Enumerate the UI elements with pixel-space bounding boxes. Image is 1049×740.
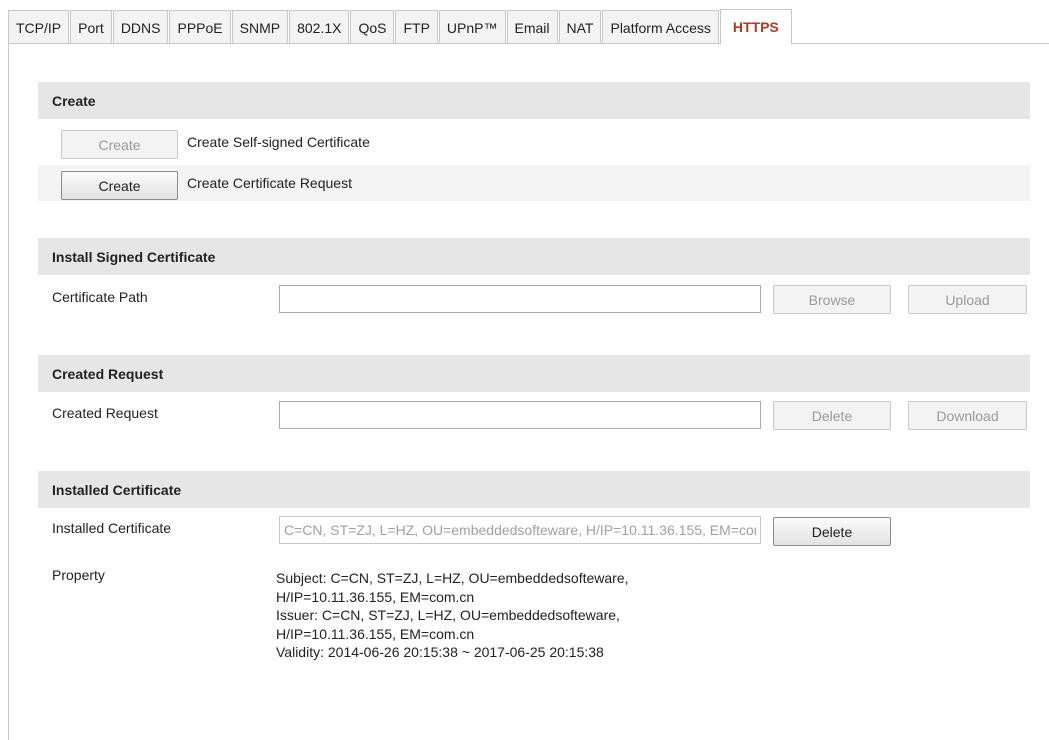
delete-certificate-button[interactable]: Delete: [773, 517, 891, 546]
certificate-path-input[interactable]: [279, 285, 761, 313]
property-label: Property: [52, 567, 105, 583]
tab-platform-access[interactable]: Platform Access: [602, 10, 719, 44]
property-subject-line-1: Subject: C=CN, ST=ZJ, L=HZ, OU=embeddeds…: [276, 570, 629, 586]
request-label: Create Certificate Request: [187, 175, 352, 191]
delete-request-button[interactable]: Delete: [773, 401, 891, 430]
section-install-header: Install Signed Certificate: [38, 238, 1030, 275]
tab-bar: TCP/IP Port DDNS PPPoE SNMP 802.1X QoS F…: [8, 9, 793, 44]
property-issuer-line-1: Issuer: C=CN, ST=ZJ, L=HZ, OU=embeddedso…: [276, 607, 620, 623]
certificate-path-label: Certificate Path: [52, 289, 148, 305]
upload-button[interactable]: Upload: [908, 285, 1027, 314]
tab-tcp-ip[interactable]: TCP/IP: [8, 10, 70, 44]
create-request-button[interactable]: Create: [61, 171, 178, 200]
property-validity-line: Validity: 2014-06-26 20:15:38 ~ 2017-06-…: [276, 644, 604, 660]
tab-8021x[interactable]: 802.1X: [289, 10, 350, 44]
property-issuer-line-2: H/IP=10.11.36.155, EM=com.cn: [276, 625, 475, 642]
tab-pppoe[interactable]: PPPoE: [169, 10, 231, 44]
tab-upnp[interactable]: UPnP™: [438, 10, 506, 44]
property-subject-line-2: H/IP=10.11.36.155, EM=com.cn: [276, 588, 475, 605]
self-signed-label: Create Self-signed Certificate: [187, 134, 370, 150]
tab-ftp[interactable]: FTP: [395, 10, 438, 44]
create-self-signed-button[interactable]: Create: [61, 130, 178, 159]
installed-certificate-input[interactable]: [279, 516, 761, 544]
tab-https[interactable]: HTTPS: [719, 9, 792, 44]
download-button[interactable]: Download: [908, 401, 1027, 430]
tab-port[interactable]: Port: [70, 10, 112, 44]
tab-snmp[interactable]: SNMP: [231, 10, 289, 44]
property-details: Subject: C=CN, ST=ZJ, L=HZ, OU=embeddeds…: [276, 569, 746, 662]
section-installed-header: Installed Certificate: [38, 471, 1030, 508]
installed-certificate-label: Installed Certificate: [52, 520, 172, 536]
tab-qos[interactable]: QoS: [350, 10, 395, 44]
browse-button[interactable]: Browse: [773, 285, 891, 314]
tab-email[interactable]: Email: [506, 10, 558, 44]
tab-ddns[interactable]: DDNS: [112, 10, 169, 44]
created-request-input[interactable]: [279, 401, 761, 429]
section-create-header: Create: [38, 82, 1030, 119]
created-request-label: Created Request: [52, 405, 158, 421]
tab-nat[interactable]: NAT: [558, 10, 602, 44]
section-created-request-header: Created Request: [38, 355, 1030, 392]
